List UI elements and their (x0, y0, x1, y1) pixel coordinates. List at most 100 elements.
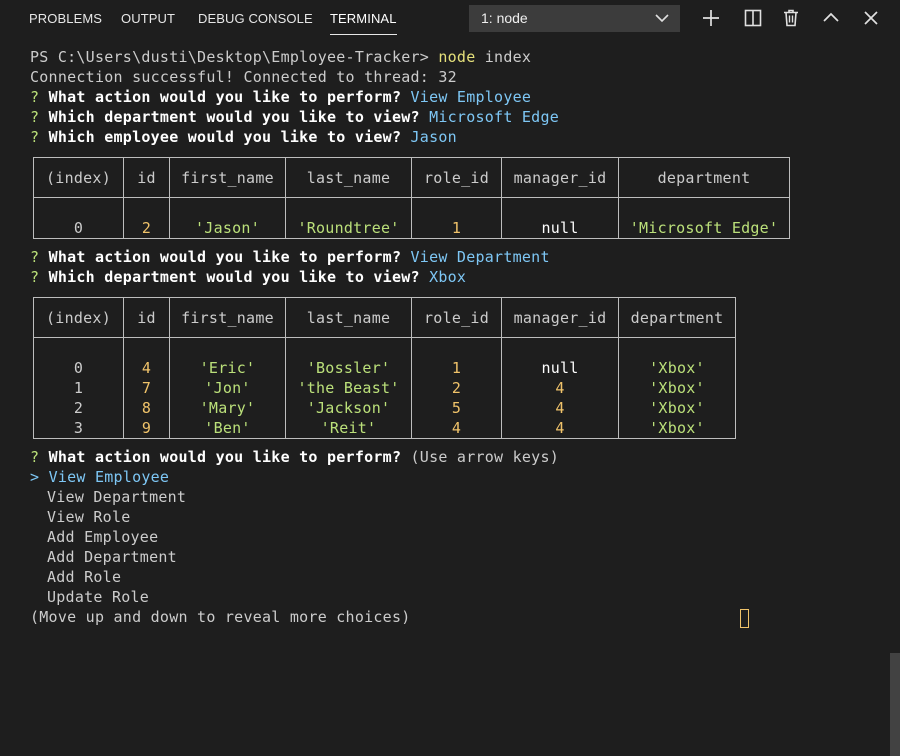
question-line: ? Which department would you like to vie… (30, 107, 559, 127)
terminal-select[interactable]: 1: node (469, 5, 680, 32)
answer-text: View Employee (410, 88, 532, 106)
prompt-command: node (438, 48, 476, 66)
menu-item[interactable]: Update Role (47, 587, 149, 607)
menu-item-label: View Employee (48, 468, 170, 486)
answer-text: Jason (410, 128, 457, 146)
tab-terminal[interactable]: TERMINAL (330, 10, 397, 38)
scrollbar[interactable] (890, 653, 900, 756)
table-row: 2 8 'Mary' 'Jackson' 5 4 'Xbox' (33, 398, 736, 418)
manager-id-cell: 4 (501, 398, 619, 418)
first-name-cell: 'Eric' (169, 337, 286, 378)
table-row: 0 4 'Eric' 'Bossler' 1 null 'Xbox' (33, 337, 736, 378)
role-id-cell: 4 (411, 418, 502, 439)
close-icon[interactable] (860, 7, 882, 29)
menu-item[interactable]: Add Role (47, 567, 121, 587)
first-name-cell: 'Jason' (169, 197, 286, 239)
column-header: id (123, 157, 170, 198)
question-text: Which department would you like to view? (48, 108, 430, 126)
manager-id-cell: null (501, 197, 619, 239)
hint-text: (Use arrow keys) (410, 448, 560, 466)
question-line: ? Which employee would you like to view?… (30, 127, 457, 147)
question-line: ? What action would you like to perform?… (30, 87, 531, 107)
first-name-cell: 'Jon' (169, 378, 286, 398)
answer-text: Xbox (429, 268, 467, 286)
question-mark: ? (30, 88, 49, 106)
trash-icon[interactable] (780, 7, 802, 29)
menu-item[interactable]: View Role (47, 507, 131, 527)
tab-output[interactable]: OUTPUT (121, 10, 175, 38)
question-text: What action would you like to perform? (48, 88, 411, 106)
chevron-down-icon (655, 14, 669, 23)
id-cell: 9 (123, 418, 170, 439)
table-header-row: (index) id first_name last_name role_id manag… (33, 157, 790, 198)
question-line: ? Which department would you like to vie… (30, 267, 466, 287)
menu-item-selected[interactable]: > View Employee (30, 467, 169, 487)
column-header: id (123, 297, 170, 338)
employee-table: (index) id first_name last_name role_id manag… (33, 157, 790, 239)
column-header: first_name (169, 297, 286, 338)
answer-text: Microsoft Edge (429, 108, 560, 126)
prompt-path: PS C:\Users\dusti\Desktop\Employee-Track… (30, 48, 439, 66)
department-cell: 'Xbox' (618, 418, 736, 439)
column-header: role_id (411, 157, 502, 198)
column-header: (index) (33, 297, 124, 338)
table-row: 3 9 'Ben' 'Reit' 4 4 'Xbox' (33, 418, 736, 439)
column-header: role_id (411, 297, 502, 338)
column-header: manager_id (501, 157, 619, 198)
index-cell: 1 (33, 378, 124, 398)
question-text: Which department would you like to view? (48, 268, 430, 286)
tab-debug-console[interactable]: DEBUG CONSOLE (198, 10, 313, 38)
chevron-up-icon[interactable] (820, 7, 842, 29)
role-id-cell: 2 (411, 378, 502, 398)
question-line: ? What action would you like to perform?… (30, 247, 550, 267)
question-text: What action would you like to perform? (48, 248, 411, 266)
index-cell: 0 (33, 197, 124, 239)
column-header: manager_id (501, 297, 619, 338)
column-header: department (618, 157, 790, 198)
first-name-cell: 'Mary' (169, 398, 286, 418)
department-table: (index) id first_name last_name role_id manag… (33, 297, 736, 439)
column-header: last_name (285, 157, 412, 198)
id-cell: 2 (123, 197, 170, 239)
question-mark: ? (30, 448, 49, 466)
last-name-cell: 'Jackson' (285, 398, 412, 418)
panel-tab-bar: PROBLEMS OUTPUT DEBUG CONSOLE TERMINAL 1… (0, 0, 900, 38)
more-choices-hint: (Move up and down to reveal more choices… (30, 608, 411, 626)
terminal-output[interactable]: PS C:\Users\dusti\Desktop\Employee-Track… (0, 38, 900, 756)
terminal-select-value: 1: node (481, 10, 528, 26)
first-name-cell: 'Ben' (169, 418, 286, 439)
command-line: PS C:\Users\dusti\Desktop\Employee-Track… (30, 47, 531, 67)
column-header: (index) (33, 157, 124, 198)
last-name-cell: 'Reit' (285, 418, 412, 439)
department-cell: 'Xbox' (618, 378, 736, 398)
table-header-row: (index) id first_name last_name role_id manag… (33, 297, 736, 338)
add-icon[interactable] (700, 7, 722, 29)
department-cell: 'Xbox' (618, 337, 736, 378)
index-cell: 3 (33, 418, 124, 439)
index-cell: 2 (33, 398, 124, 418)
menu-item[interactable]: Add Department (47, 547, 177, 567)
manager-id-cell: 4 (501, 378, 619, 398)
menu-item[interactable]: Add Employee (47, 527, 158, 547)
pointer-icon: > (30, 468, 49, 486)
prompt-argument: index (475, 48, 532, 66)
last-name-cell: 'Roundtree' (285, 197, 412, 239)
table-row: 1 7 'Jon''the Beast' 2 4 'Xbox' (33, 378, 736, 398)
id-cell: 7 (123, 378, 170, 398)
split-icon[interactable] (742, 7, 764, 29)
department-cell: 'Xbox' (618, 398, 736, 418)
question-mark: ? (30, 128, 49, 146)
tab-problems[interactable]: PROBLEMS (29, 10, 102, 38)
id-cell: 8 (123, 398, 170, 418)
question-mark: ? (30, 248, 49, 266)
role-id-cell: 1 (411, 337, 502, 378)
table-row: 0 2 'Jason' 'Roundtree' 1 null 'Microsoft Edge… (33, 197, 790, 239)
last-name-cell: 'the Beast' (285, 378, 412, 398)
last-name-cell: 'Bossler' (285, 337, 412, 378)
menu-item[interactable]: View Department (47, 487, 186, 507)
column-header: last_name (285, 297, 412, 338)
column-header: department (618, 297, 736, 338)
role-id-cell: 5 (411, 398, 502, 418)
connection-message: Connection successful! Connected to thre… (30, 68, 457, 86)
terminal-cursor (740, 609, 749, 628)
